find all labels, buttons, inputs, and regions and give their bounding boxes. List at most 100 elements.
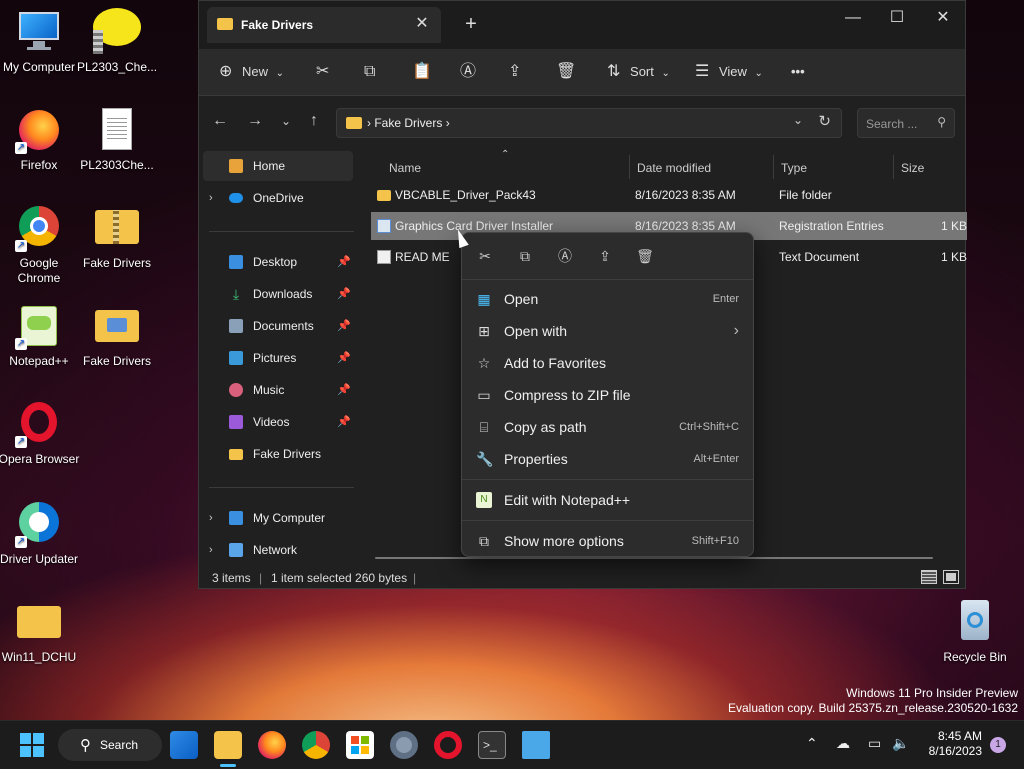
recent-chevron-icon[interactable]: ⌄ [275,110,297,132]
copy-button[interactable]: ⧉ [364,59,375,85]
menu-item-copy-as-path[interactable]: ⌸ Copy as path Ctrl+Shift+C [466,411,749,443]
column-header-date-modified[interactable]: Date modified [637,155,711,181]
sidebar-item-downloads[interactable]: ⤓ Downloads 📌 [203,279,353,309]
column-header-name[interactable]: Name [389,155,421,181]
store-icon[interactable] [346,731,374,759]
sidebar-item-music[interactable]: Music 📌 [203,375,353,405]
sidebar-item-documents[interactable]: Documents 📌 [203,311,353,341]
notification-badge[interactable]: 1 [990,737,1006,753]
menu-item-compress-zip[interactable]: ▭ Compress to ZIP file [466,379,749,411]
desktop-icon-pl2303-2[interactable]: PL2303Che... [76,106,158,173]
share-icon[interactable]: ⇪ [594,245,616,267]
rename-icon[interactable]: Ⓐ [554,245,576,267]
desktop-icon-driver-updater[interactable]: ↗ Driver Updater [0,500,80,567]
table-row[interactable]: VBCABLE_Driver_Pack43 8/16/2023 8:35 AM … [371,181,967,209]
chevron-down-icon[interactable]: ⌄ [793,113,803,127]
copy-icon[interactable]: ⧉ [514,245,536,267]
forward-arrow-icon[interactable]: → [244,110,266,132]
terminal-icon[interactable]: >_ [478,731,506,759]
sidebar-item-fake-drivers[interactable]: Fake Drivers [203,439,353,469]
opera-taskbar-icon[interactable] [434,731,462,759]
sort-button[interactable]: ⇅ Sort ⌄ [607,59,670,85]
sidebar-item-onedrive[interactable]: › OneDrive [203,183,353,213]
minimize-button[interactable]: — [833,7,873,29]
breadcrumb-fake-drivers[interactable]: Fake Drivers [374,116,442,130]
maximize-button[interactable]: ☐ [877,7,917,29]
sidebar-item-network[interactable]: › Network [203,535,353,565]
taskbar-search-button[interactable]: ⚲ Search [58,729,162,761]
pin-icon[interactable]: 📌 [337,343,351,373]
cut-button[interactable]: ✂ [316,59,329,85]
column-separator[interactable] [893,155,894,179]
sidebar-item-home[interactable]: Home [203,151,353,181]
mail-icon[interactable] [170,731,198,759]
settings-gear-icon[interactable] [390,731,418,759]
desktop-icon-pl2303-1[interactable]: PL2303_Che... [76,8,158,75]
share-button[interactable]: ⇪ [508,59,521,85]
display-icon[interactable]: ▭ [868,735,881,752]
menu-item-properties[interactable]: 🔧 Properties Alt+Enter [466,443,749,475]
desktop-icon-fake-drivers-folder[interactable]: Fake Drivers [76,302,158,369]
rename-button[interactable]: Ⓐ [460,59,476,85]
horizontal-scrollbar[interactable] [375,557,933,559]
sidebar-item-my-computer[interactable]: › My Computer [203,503,353,533]
start-windows-icon[interactable] [20,733,44,757]
menu-item-edit-with-notepad-plus-plus[interactable]: N Edit with Notepad++ [466,484,749,516]
pin-icon[interactable]: 📌 [337,247,351,277]
sidebar-item-videos[interactable]: Videos 📌 [203,407,353,437]
pin-icon[interactable]: 📌 [337,311,351,341]
column-separator[interactable] [773,155,774,179]
column-header-type[interactable]: Type [781,155,807,181]
chrome-taskbar-icon[interactable] [302,731,330,759]
column-header-size[interactable]: Size [901,155,924,181]
sidebar-item-desktop[interactable]: Desktop 📌 [203,247,353,277]
column-separator[interactable] [629,155,630,179]
new-button[interactable]: ⊕ New ⌄ [219,59,284,85]
menu-item-add-to-favorites[interactable]: ☆ Add to Favorites [466,347,749,379]
address-bar[interactable]: › Fake Drivers › ⌄ ↻ [336,108,842,138]
menu-item-show-more-options[interactable]: ⧉ Show more options Shift+F10 [466,525,749,557]
file-name: VBCABLE_Driver_Pack43 [395,188,536,202]
network-disconnected-icon[interactable]: ☁ [836,735,850,752]
file-explorer-taskbar-icon[interactable] [214,731,242,759]
delete-icon[interactable]: 🗑 [634,245,656,267]
back-arrow-icon[interactable]: ← [209,110,231,132]
search-input[interactable]: Search ... [866,117,917,131]
desktop-icon-my-computer[interactable]: My Computer [0,8,80,75]
sidebar-item-pictures[interactable]: Pictures 📌 [203,343,353,373]
desktop-icon-opera-browser[interactable]: ↗ Opera Browser [0,400,80,467]
cut-icon[interactable]: ✂ [474,245,496,267]
firefox-taskbar-icon[interactable] [258,731,286,759]
chevron-up-icon[interactable]: ⌃ [806,735,818,752]
clock[interactable]: 8:45 AM 8/16/2023 [929,729,982,759]
refresh-icon[interactable]: ↻ [818,112,831,130]
pin-icon[interactable]: 📌 [337,279,351,309]
close-tab-icon[interactable]: ✕ [411,13,433,35]
paste-button[interactable]: 📋 [412,59,432,85]
desktop-icon-win11-dchu[interactable]: Win11_DCHU [0,598,80,665]
more-options-button[interactable]: ••• [791,59,805,85]
close-window-button[interactable]: ✕ [923,7,963,29]
desktop-icon-notepad-plus-plus[interactable]: ↗ Notepad++ [0,302,80,369]
desktop-icon-recycle-bin[interactable]: Recycle Bin [934,598,1016,665]
desktop-icon-fake-drivers-zip[interactable]: Fake Drivers [76,204,158,271]
tab-fake-drivers[interactable]: Fake Drivers ✕ [207,7,441,43]
volume-icon[interactable]: 🔈 [892,735,909,752]
menu-item-open-with[interactable]: ⊞ Open with › [466,315,749,347]
pin-icon[interactable]: 📌 [337,375,351,405]
chevron-right-icon[interactable]: › [209,183,213,213]
desktop-icon-google-chrome[interactable]: ↗ Google Chrome [0,204,80,286]
chevron-right-icon[interactable]: › [209,503,213,533]
notepad-taskbar-icon[interactable] [522,731,550,759]
search-box[interactable]: Search ... ⚲ [857,108,955,138]
delete-button[interactable]: 🗑 [556,59,576,85]
view-button[interactable]: ☰ View ⌄ [695,59,763,85]
pin-icon[interactable]: 📌 [337,407,351,437]
desktop-icon-firefox[interactable]: ↗ Firefox [0,106,80,173]
menu-item-open[interactable]: ▦ Open Enter [466,283,749,315]
tiles-view-icon[interactable] [943,570,959,584]
up-arrow-icon[interactable]: ↑ [303,110,325,132]
chevron-right-icon[interactable]: › [209,535,213,565]
new-tab-button[interactable]: + [461,13,481,35]
details-view-icon[interactable] [921,570,937,584]
